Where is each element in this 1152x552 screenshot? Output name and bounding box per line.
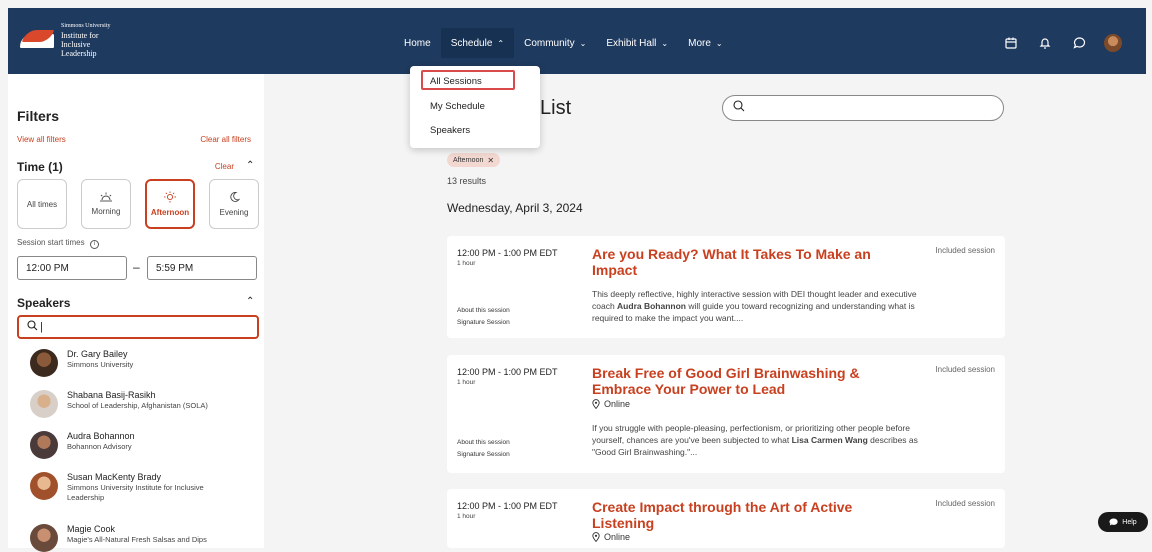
speakers-filter-title: Speakers bbox=[17, 296, 71, 310]
date-heading: Wednesday, April 3, 2024 bbox=[447, 201, 583, 215]
nav-exhibit-hall[interactable]: Exhibit Hall ⌄ bbox=[596, 28, 678, 58]
end-time-input[interactable]: 5:59 PM bbox=[147, 256, 257, 280]
logo-mark bbox=[20, 30, 55, 50]
sunrise-icon bbox=[99, 192, 113, 205]
nav-community[interactable]: Community ⌄ bbox=[514, 28, 596, 58]
session-badge: Included session bbox=[935, 246, 995, 255]
header-actions bbox=[988, 34, 1124, 52]
remove-filter-icon[interactable]: ✕ bbox=[487, 156, 494, 165]
menu-item-all-sessions[interactable]: All Sessions bbox=[430, 76, 482, 87]
schedule-dropdown-menu: All Sessions My Schedule Speakers bbox=[410, 66, 540, 148]
speaker-avatar bbox=[30, 431, 58, 459]
tile-afternoon[interactable]: Afternoon bbox=[145, 179, 195, 229]
logo-text-line2: Institute for bbox=[61, 31, 99, 40]
search-icon bbox=[27, 320, 38, 334]
view-all-filters-link[interactable]: View all filters bbox=[17, 135, 66, 144]
speaker-avatar bbox=[30, 390, 58, 418]
help-button[interactable]: Help bbox=[1098, 512, 1148, 532]
session-title-link[interactable]: Create Impact through the Art of Active … bbox=[592, 499, 892, 531]
nav-schedule[interactable]: Schedule ⌃ bbox=[440, 28, 515, 58]
results-count: 13 results bbox=[447, 176, 487, 186]
tile-evening[interactable]: Evening bbox=[209, 179, 259, 229]
user-avatar[interactable] bbox=[1102, 34, 1124, 52]
tile-morning[interactable]: Morning bbox=[81, 179, 131, 229]
session-duration: 1 hour bbox=[457, 379, 476, 386]
chevron-up-icon: ⌃ bbox=[497, 38, 505, 48]
info-icon[interactable]: i bbox=[89, 240, 99, 249]
sun-icon bbox=[163, 191, 177, 206]
session-duration: 1 hour bbox=[457, 513, 476, 520]
session-time: 12:00 PM - 1:00 PM EDT bbox=[457, 501, 558, 511]
session-duration: 1 hour bbox=[457, 260, 476, 267]
speaker-item[interactable]: Dr. Gary Bailey Simmons University bbox=[30, 349, 237, 377]
speaker-item[interactable]: Susan MacKenty Brady Simmons University I… bbox=[30, 472, 237, 503]
institute-logo[interactable]: Simmons University Institute for Inclusi… bbox=[20, 18, 126, 62]
chevron-down-icon: ⌄ bbox=[715, 38, 723, 48]
about-session-label: About this session bbox=[457, 439, 510, 446]
time-filter-title: Time (1) bbox=[17, 160, 63, 174]
active-filter-chip: Afternoon ✕ bbox=[447, 153, 501, 167]
speaker-search-input[interactable]: | bbox=[17, 315, 259, 339]
moon-icon bbox=[228, 191, 241, 206]
search-icon bbox=[733, 99, 745, 117]
speaker-item[interactable]: Shabana Basij-Rasikh School of Leadership… bbox=[30, 390, 237, 418]
logo-text-line3: Inclusive Leadership bbox=[61, 40, 97, 58]
chevron-down-icon: ⌄ bbox=[661, 38, 669, 48]
session-location: Online bbox=[592, 399, 630, 409]
text-cursor: | bbox=[40, 321, 43, 333]
main-nav: Home Schedule ⌃ Community ⌄ Exhibit Hall ⌄ … bbox=[394, 28, 733, 58]
session-title-link[interactable]: Break Free of Good Girl Brainwashing & E… bbox=[592, 365, 892, 397]
session-description: If you struggle with people-pleasing, pe… bbox=[592, 423, 918, 457]
session-time: 12:00 PM - 1:00 PM EDT bbox=[457, 248, 558, 258]
logo-text-line1: Simmons University bbox=[61, 23, 111, 29]
chevron-down-icon: ⌄ bbox=[579, 38, 587, 48]
session-card: 12:00 PM - 1:00 PM EDT 1 hour Create Imp… bbox=[447, 489, 1005, 548]
location-pin-icon bbox=[592, 532, 600, 542]
time-range-dash: – bbox=[133, 260, 140, 274]
session-type-label: Signature Session bbox=[457, 451, 510, 458]
session-start-times-label: Session start times i bbox=[17, 238, 99, 249]
filters-sidebar: Filters View all filters Clear all filte… bbox=[8, 74, 264, 552]
session-description: This deeply reflective, highly interacti… bbox=[592, 289, 917, 323]
speaker-avatar bbox=[30, 472, 58, 500]
session-card: 12:00 PM - 1:00 PM EDT 1 hour Are you Re… bbox=[447, 236, 1005, 338]
session-time: 12:00 PM - 1:00 PM EDT bbox=[457, 367, 558, 377]
tile-all-times[interactable]: All times bbox=[17, 179, 67, 229]
time-collapse-icon[interactable]: ⌃ bbox=[246, 160, 254, 171]
session-search-input[interactable] bbox=[722, 95, 1004, 121]
session-title-link[interactable]: Are you Ready? What It Takes To Make an … bbox=[592, 246, 892, 278]
calendar-icon[interactable] bbox=[1000, 34, 1022, 52]
location-pin-icon bbox=[592, 399, 600, 409]
speaker-item[interactable]: Audra Bohannon Bohannon Advisory bbox=[30, 431, 237, 459]
speaker-avatar bbox=[30, 349, 58, 377]
speakers-collapse-icon[interactable]: ⌃ bbox=[246, 296, 254, 307]
session-card: 12:00 PM - 1:00 PM EDT 1 hour Break Free… bbox=[447, 355, 1005, 473]
start-time-input[interactable]: 12:00 PM bbox=[17, 256, 127, 280]
session-type-label: Signature Session bbox=[457, 319, 510, 326]
time-clear-link[interactable]: Clear bbox=[215, 162, 234, 171]
filters-title: Filters bbox=[17, 108, 60, 124]
session-location: Online bbox=[592, 532, 630, 542]
chat-icon[interactable] bbox=[1068, 34, 1090, 52]
top-navigation-bar: Simmons University Institute for Inclusi… bbox=[8, 8, 1146, 74]
nav-home[interactable]: Home bbox=[394, 28, 441, 58]
chat-bubble-icon bbox=[1109, 518, 1118, 526]
menu-item-speakers[interactable]: Speakers bbox=[430, 125, 470, 136]
nav-more[interactable]: More ⌄ bbox=[678, 28, 733, 58]
clear-all-filters-link[interactable]: Clear all filters bbox=[200, 135, 251, 144]
session-badge: Included session bbox=[935, 499, 995, 508]
menu-item-my-schedule[interactable]: My Schedule bbox=[430, 101, 485, 112]
bell-icon[interactable] bbox=[1034, 34, 1056, 52]
time-of-day-tiles: All times Morning Afternoon Evening bbox=[17, 179, 273, 229]
page-title: List bbox=[540, 97, 572, 119]
about-session-label: About this session bbox=[457, 307, 510, 314]
session-badge: Included session bbox=[935, 365, 995, 374]
